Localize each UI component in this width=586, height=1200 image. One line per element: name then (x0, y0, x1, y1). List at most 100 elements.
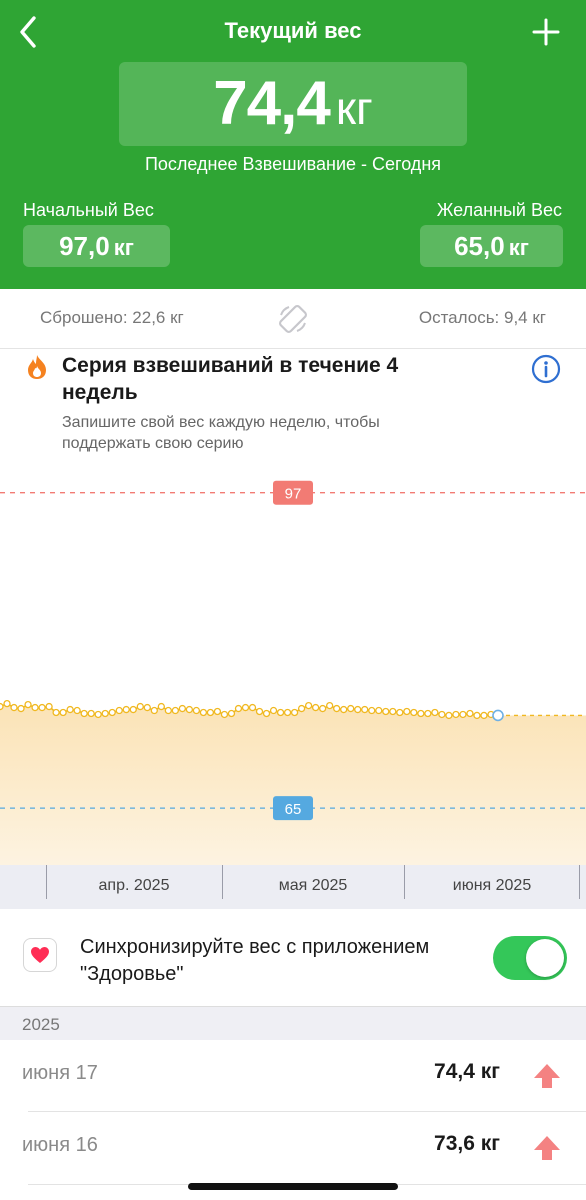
data-point (0, 702, 4, 711)
current-weight-value: 74,4 (213, 69, 331, 138)
data-point (333, 704, 341, 713)
goal-weight-label: Желанный Вес (436, 200, 562, 220)
current-weight-box[interactable]: 74,4 кг (119, 62, 467, 146)
x-tick-label: июня 2025 (452, 877, 532, 894)
home-indicator (188, 1183, 398, 1190)
rotate-screen-icon[interactable] (276, 302, 310, 336)
data-point (199, 708, 208, 717)
history-weight: 73,6 кг (434, 1132, 500, 1155)
data-point (445, 711, 453, 720)
start-weight-unit: кг (113, 235, 134, 260)
start-weight-pill[interactable]: 97,0 кг (23, 225, 170, 267)
history-weight: 74,4 кг (434, 1060, 500, 1083)
streak-title: Серия взвешиваний в течение 4 недель (62, 354, 399, 404)
data-point (24, 700, 32, 709)
start-weight-label: Начальный Вес (23, 200, 154, 220)
data-point (143, 703, 151, 712)
data-point (45, 702, 53, 711)
data-point (262, 709, 271, 718)
year-section-header: 2025 (0, 1006, 586, 1040)
header: Текущий вес 74,4 кг Последнее Взвешивание… (0, 0, 586, 289)
streak-description: Запишите свой вес каждую неделю, чтобы п… (62, 414, 380, 452)
chart-x-axis: апр. 2025 мая 2025 июня 2025 (0, 865, 586, 909)
data-point (276, 708, 285, 717)
data-point (297, 704, 306, 713)
data-point (171, 706, 180, 715)
history-date: июня 17 (22, 1062, 98, 1084)
history-row[interactable]: июня 16 73,6 кг (0, 1112, 586, 1184)
data-point (87, 709, 95, 718)
add-weight-button[interactable] (526, 12, 566, 52)
x-tick-label: апр. 2025 (98, 877, 170, 894)
data-point (473, 711, 481, 720)
axis-tick (404, 865, 405, 899)
chart-area (0, 703, 586, 865)
data-point (206, 708, 215, 717)
data-point (115, 706, 123, 715)
current-weight-unit: кг (335, 82, 373, 134)
data-point (368, 706, 376, 715)
page-title: Текущий вес (224, 18, 362, 43)
data-point (304, 701, 313, 710)
data-point (3, 699, 11, 708)
data-point (410, 708, 418, 717)
lost-weight-text: Сброшено: 22,6 кг (40, 308, 184, 327)
data-point (108, 708, 116, 717)
data-point (164, 706, 172, 715)
latest-point (492, 709, 504, 722)
data-point (361, 705, 369, 714)
data-point (129, 705, 137, 714)
data-point (38, 703, 46, 712)
axis-tick (579, 865, 580, 899)
data-point (389, 707, 397, 716)
data-point (466, 709, 474, 718)
last-weighing-text: Последнее Взвешивание - Сегодня (144, 154, 441, 174)
health-app-icon (23, 938, 57, 972)
goal-weight-pill[interactable]: 65,0 кг (420, 225, 563, 267)
arrow-up-icon (534, 1064, 560, 1088)
weight-chart[interactable]: 97 65 (0, 460, 586, 865)
info-icon[interactable] (531, 354, 561, 384)
data-point (459, 710, 467, 719)
data-point (431, 708, 439, 717)
goal-weight-unit: кг (508, 235, 529, 260)
health-sync-toggle[interactable] (493, 936, 567, 980)
plus-icon (532, 18, 560, 46)
data-point (480, 711, 488, 720)
axis-tick (222, 865, 223, 899)
data-point (101, 709, 109, 718)
data-point (255, 707, 264, 716)
start-weight-value: 97,0 (59, 231, 110, 261)
data-point (318, 704, 327, 713)
data-point (340, 705, 348, 714)
reference-label: 65 (285, 801, 302, 818)
data-point (31, 703, 39, 712)
arrow-up-icon (534, 1136, 560, 1160)
x-tick-label: мая 2025 (278, 877, 348, 894)
data-point (73, 706, 81, 715)
data-point (220, 710, 229, 719)
data-point (136, 702, 144, 711)
health-sync-label: Синхронизируйте вес с приложением "Здоро… (80, 936, 430, 985)
history-date: июня 16 (22, 1134, 98, 1156)
data-point (94, 710, 102, 719)
data-point (66, 705, 74, 714)
data-point (178, 704, 187, 713)
toggle-knob (526, 939, 564, 977)
history-row[interactable]: июня 17 74,4 кг (0, 1040, 586, 1112)
data-point (269, 706, 278, 715)
data-point (438, 710, 446, 719)
data-point (311, 703, 320, 712)
data-point (227, 709, 236, 718)
data-point (185, 705, 194, 714)
data-point (375, 706, 383, 715)
data-point (234, 704, 243, 713)
data-point (354, 705, 362, 714)
data-point (241, 703, 250, 712)
data-point (452, 710, 460, 719)
data-point (213, 707, 222, 716)
data-point (424, 709, 432, 718)
data-point (52, 708, 60, 717)
reference-label: 97 (285, 486, 302, 503)
data-point (17, 704, 25, 713)
